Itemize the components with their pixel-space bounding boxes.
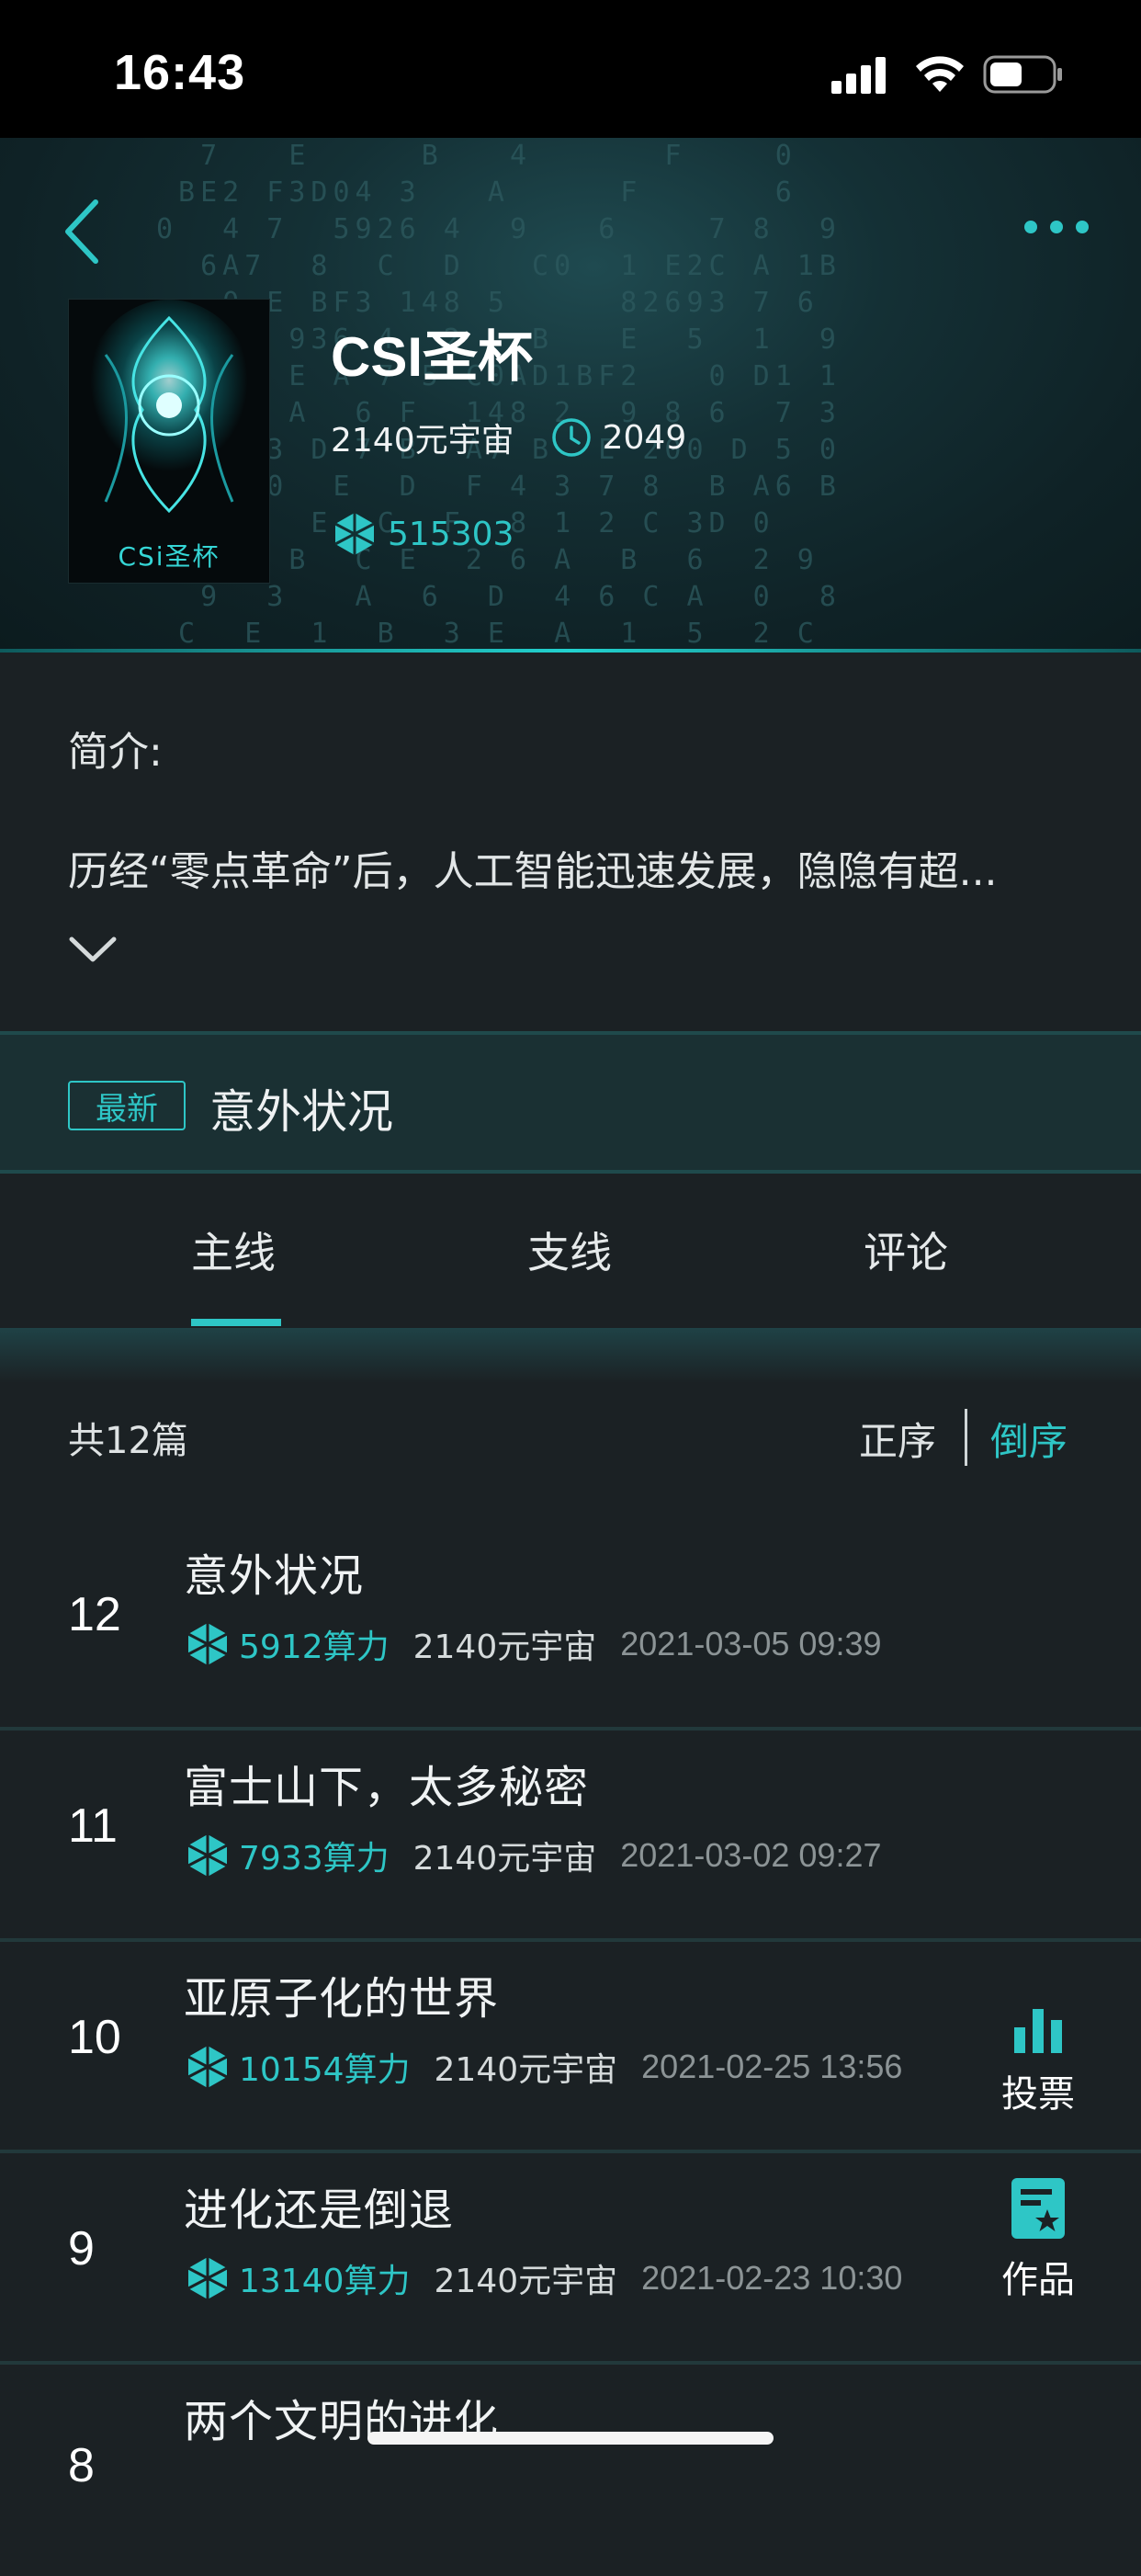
chapter-count: 共12篇 [68,1420,188,1462]
chapter-power: 13140算力 [239,2263,411,2300]
book-cover[interactable]: CSi圣杯 [68,299,270,584]
chapter-universe: 2140元宇宙 [412,1628,597,1666]
vote-label: 投票 [1001,2073,1075,2116]
chapter-universe: 2140元宇宙 [412,1840,597,1878]
cellular-signal-icon [831,57,886,94]
book-power: 515303 [331,510,514,558]
year-label: 2049 [602,418,687,457]
chapter-universe: 2140元宇宙 [434,2051,618,2089]
chapter-row[interactable]: 11 富士山下，太多秘密 7933算力 2140元宇宙 2021-03-02 0… [0,1732,1141,1942]
power-value: 515303 [388,515,514,553]
document-star-icon [1011,2178,1065,2239]
chapter-row[interactable]: 12 意外状况 5912算力 2140元宇宙 2021-03-05 09:39 [0,1521,1141,1731]
tab-bar: 主线 支线 评论 [0,1174,1141,1328]
status-time: 16:43 [114,45,246,100]
chapter-power: 5912算力 [239,1628,390,1666]
chapter-row[interactable]: 10 亚原子化的世界 10154算力 2140元宇宙 2021-02-25 13… [0,1944,1141,2153]
chapter-row[interactable]: 8 两个文明的进化 [0,2366,1141,2576]
wifi-icon [916,56,964,92]
latest-title: 意外状况 [209,1085,393,1139]
universe-label: 2140元宇宙 [331,422,514,460]
works-label: 作品 [1001,2259,1075,2301]
chapter-number: 10 [68,2011,121,2064]
intro-text: 历经“零点革命”后，人工智能迅速发展，隐隐有超... [68,848,998,895]
latest-badge: 最新 [68,1081,186,1130]
chapter-title: 亚原子化的世界 [184,1973,500,2025]
chapter-list-header: 共12篇 正序 倒序 [0,1383,1141,1493]
tab-side[interactable]: 支线 [527,1220,612,1280]
compute-cube-icon [187,1623,228,1665]
chapter-date: 2021-03-02 09:27 [620,1836,882,1874]
bar-chart-icon [1014,2009,1062,2053]
chapter-number: 8 [68,2439,95,2492]
chapter-number: 12 [68,1588,121,1641]
tab-active-indicator [191,1319,281,1326]
chapter-title: 富士山下，太多秘密 [184,1762,590,1813]
chapter-date: 2021-02-23 10:30 [641,2259,903,2297]
intro-label: 简介: [68,729,163,776]
chapter-title: 进化还是倒退 [184,2184,455,2236]
vote-button[interactable]: 投票 [992,2003,1084,2117]
tab-shadow [0,1328,1141,1383]
compute-cube-icon [187,1834,228,1877]
compute-cube-icon [187,2257,228,2299]
clock-icon [551,418,591,457]
chapter-row[interactable]: 9 进化还是倒退 13140算力 2140元宇宙 2021-02-23 10:3… [0,2155,1141,2365]
chapter-info: 10154算力 2140元宇宙 2021-02-25 13:56 [184,2043,902,2091]
chapter-universe: 2140元宇宙 [434,2263,618,2300]
battery-icon [983,55,1062,94]
chapter-info: 7933算力 2140元宇宙 2021-03-02 09:27 [184,1832,882,1879]
chapter-date: 2021-03-05 09:39 [620,1625,882,1662]
home-indicator[interactable] [367,2432,774,2445]
book-meta: 2140元宇宙 2049 [331,414,686,461]
expand-chevron-icon[interactable] [68,930,118,967]
cover-title: CSi圣杯 [118,541,220,572]
chapter-number: 9 [68,2222,95,2275]
matrix-background: 7 E B 4 F 0 BE2 F3D04 3 A F 6 0 4 7 5926… [156,140,842,650]
status-bar: 16:43 [0,0,1141,138]
compute-cube-icon [187,2046,228,2088]
chapter-title: 意外状况 [184,1550,365,1602]
tab-comments[interactable]: 评论 [864,1220,948,1280]
more-options-icon[interactable] [1020,213,1093,241]
chapter-number: 11 [68,1799,118,1853]
chapter-power: 7933算力 [239,1840,390,1878]
back-button[interactable] [59,195,105,268]
intro-section: 简介: 历经“零点革命”后，人工智能迅速发展，隐隐有超... [0,654,1141,1031]
header-divider [0,649,1141,653]
book-header: 7 E B 4 F 0 BE2 F3D04 3 A F 6 0 4 7 5926… [0,138,1141,653]
chapter-info: 13140算力 2140元宇宙 2021-02-23 10:30 [184,2254,902,2302]
sort-asc-button[interactable]: 正序 [859,1411,936,1467]
chapter-power: 10154算力 [239,2051,411,2089]
sort-divider [965,1409,967,1466]
tab-main[interactable]: 主线 [191,1220,276,1280]
compute-cube-icon [334,513,375,555]
book-title: CSI圣杯 [331,326,534,388]
chapter-info: 5912算力 2140元宇宙 2021-03-05 09:39 [184,1620,882,1668]
works-button[interactable]: 作品 [992,2176,1084,2303]
sort-desc-button[interactable]: 倒序 [990,1411,1068,1467]
latest-chapter-bar[interactable]: 最新 意外状况 [0,1031,1141,1174]
chapter-date: 2021-02-25 13:56 [641,2048,903,2085]
